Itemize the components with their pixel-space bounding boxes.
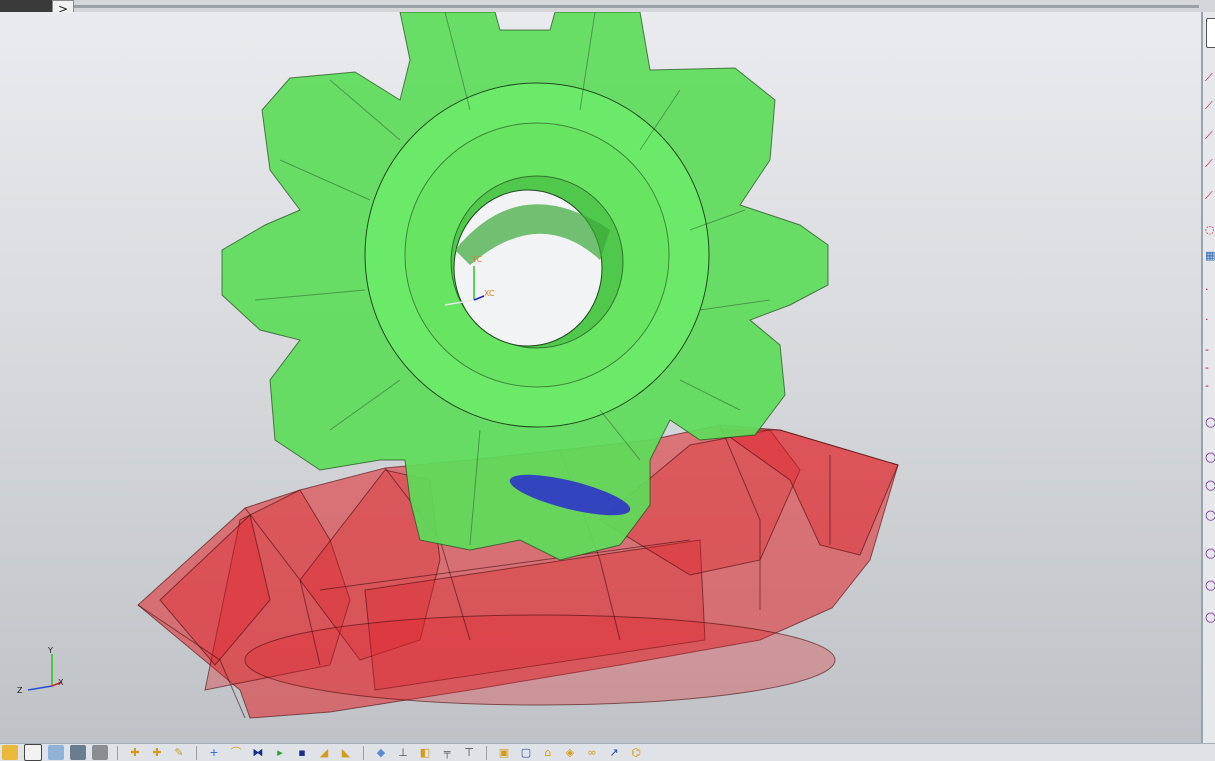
tree-icon[interactable]: ⌬ [628,745,644,760]
cube-view-icon[interactable] [48,745,64,760]
model-scene: YC XC Y Z X [17,12,899,719]
right-palette: ⟋ ⟋ ⟋ ⟋ ⟋ ◌ ▦ · · - - - ○ ○ ○ ○ ○ ○ ○ [1201,12,1215,743]
curve-icon[interactable]: ⌒ [228,745,244,760]
line-icon[interactable]: ⟋ [1205,130,1215,142]
palette-top-button[interactable] [1206,18,1215,48]
align-icon[interactable]: ╤ [439,745,455,760]
csys-label-yc: YC [471,255,482,264]
circle-icon[interactable]: ○ [1205,509,1215,522]
csys-label-xc: XC [484,289,495,298]
new-part-icon[interactable]: ✚ [127,745,143,760]
bottom-toolbar: ✚ ✚ ✎ + ⌒ ⧓ ▸ ▪ ◢ ◣ ◆ ⊥ ◧ ╤ ⊤ ▣ ▢ ⌂ ◈ ∞ … [0,743,1215,761]
graphics-viewport[interactable]: YC XC Y Z X [0,12,1201,743]
line-icon[interactable]: ⟋ [1205,100,1215,112]
section-icon[interactable]: ◧ [417,745,433,760]
mirror-icon[interactable]: ⧓ [250,745,266,760]
circle-icon[interactable]: ○ [1205,547,1215,560]
shaded-icon[interactable]: ◈ [562,745,578,760]
move-icon[interactable]: ▸ [272,745,288,760]
folder-icon[interactable] [2,745,18,760]
line-icon[interactable]: ⟋ [1205,72,1215,84]
circle-icon[interactable]: ○ [1205,611,1215,624]
measure-icon[interactable]: ⊥ [395,745,411,760]
view-triad [27,654,63,691]
lock-icon[interactable]: ⌂ [540,745,556,760]
dash-icon[interactable]: - [1205,362,1215,374]
render-icon[interactable] [92,745,108,760]
save-icon[interactable]: ▪ [294,745,310,760]
view-triad-y: Y [47,646,53,655]
line-icon[interactable]: ⟋ [1205,190,1215,202]
link-icon[interactable]: ∞ [584,745,600,760]
dash-icon[interactable]: - [1205,380,1215,392]
window-icon[interactable] [24,744,42,761]
circle-icon[interactable]: ○ [1205,451,1215,464]
pin-icon[interactable]: ⊤ [461,745,477,760]
circle-icon[interactable]: ○ [1205,579,1215,592]
toolbar-separator [486,745,487,760]
dash-icon[interactable]: - [1205,344,1215,356]
line-icon[interactable]: ⟋ [1205,158,1215,170]
circle-icon[interactable]: ○ [1205,479,1215,492]
point-icon[interactable]: · [1205,314,1215,326]
frame-icon[interactable]: ▢ [518,745,534,760]
add-point-icon[interactable]: + [206,745,222,760]
box-icon[interactable]: ▣ [496,745,512,760]
pocket-icon[interactable]: ◣ [338,745,354,760]
grid-icon[interactable]: ▦ [1205,250,1215,262]
circle-icon[interactable]: ○ [1205,416,1215,429]
block-icon[interactable]: ◆ [373,745,389,760]
view-triad-x: X [58,678,64,687]
sketch-icon[interactable]: ✎ [171,745,187,760]
arrow-icon[interactable]: ↗ [606,745,622,760]
view-triad-z: Z [17,686,23,695]
point-icon[interactable]: · [1205,284,1215,296]
toolbar-separator [363,745,364,760]
camera-icon[interactable] [70,745,86,760]
top-track [74,5,1199,8]
extrude-icon[interactable]: ◢ [316,745,332,760]
toolbar-separator [196,745,197,760]
toolbar-separator [117,745,118,760]
add-component-icon[interactable]: ✚ [149,745,165,760]
ellipse-icon[interactable]: ◌ [1205,224,1215,236]
